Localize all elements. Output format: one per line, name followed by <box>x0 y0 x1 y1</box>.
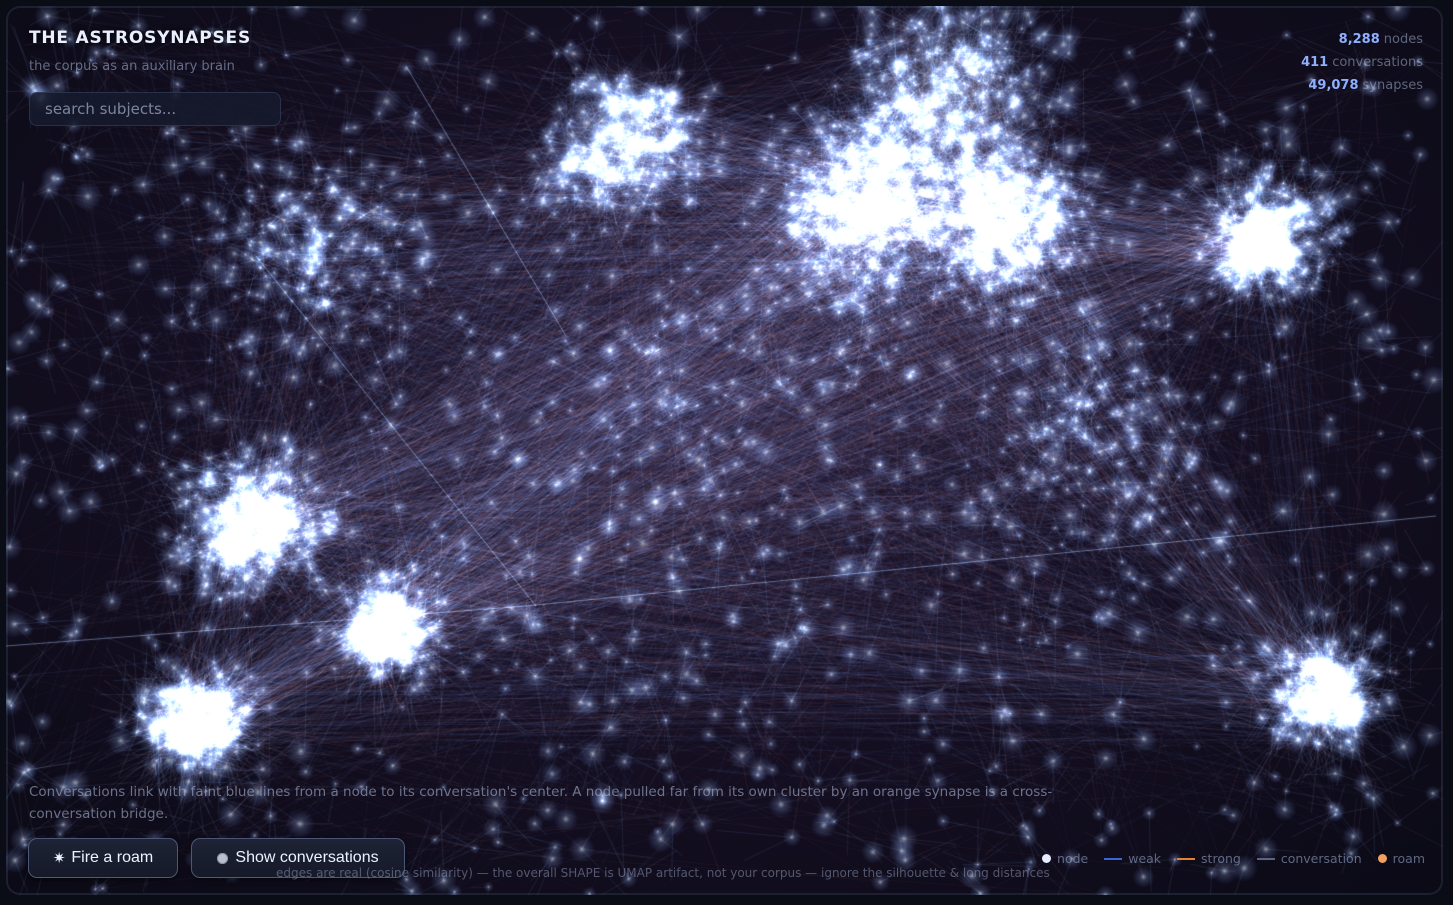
legend-conversation-label: conversation <box>1280 851 1362 866</box>
legend-weak-swatch <box>1104 857 1123 860</box>
stat-conversations-value: 411 <box>1301 55 1329 70</box>
page-subtitle: the corpus as an auxiliary brain <box>29 59 235 74</box>
explainer-text: Conversations link with faint blue lines… <box>29 784 1053 822</box>
fire-roam-label: Fire a roam <box>71 849 154 866</box>
legend-item-weak: weak <box>1104 851 1161 866</box>
legend-roam-swatch <box>1377 854 1387 863</box>
legend-item-node: node <box>1042 851 1088 866</box>
stat-nodes-value: 8,288 <box>1338 32 1380 47</box>
spark-icon: ✷ <box>52 850 66 867</box>
circle-icon <box>217 852 229 864</box>
footnote-text: edges are real (cosine similarity) — the… <box>276 866 1050 880</box>
legend: node weak strong conversation roam <box>1026 851 1425 866</box>
legend-node-swatch <box>1042 854 1052 863</box>
stat-conversations: 411 conversations <box>1301 51 1423 74</box>
legend-item-roam: roam <box>1377 851 1425 866</box>
stats-panel: 8,288 nodes 411 conversations 49,078 synaps… <box>1301 28 1423 97</box>
stat-synapses-label: synapses <box>1362 78 1423 93</box>
show-conversations-label: Show conversations <box>235 849 379 866</box>
legend-item-conversation: conversation <box>1256 851 1362 866</box>
stat-nodes: 8,288 nodes <box>1301 28 1423 51</box>
legend-roam-label: roam <box>1392 851 1425 866</box>
legend-item-strong: strong <box>1177 851 1241 866</box>
synapse-graph-canvas[interactable] <box>6 6 1443 895</box>
fire-roam-button[interactable]: ✷ Fire a roam <box>28 838 178 878</box>
legend-strong-swatch <box>1177 857 1196 860</box>
stat-conversations-label: conversations <box>1332 55 1423 70</box>
legend-strong-label: strong <box>1201 851 1241 866</box>
page-title: THE ASTROSYNAPSES <box>29 28 251 48</box>
search-input[interactable] <box>29 92 281 126</box>
stat-synapses-value: 49,078 <box>1308 78 1359 93</box>
graph-viewport[interactable]: THE ASTROSYNAPSES the corpus as an auxil… <box>6 6 1443 895</box>
legend-weak-label: weak <box>1128 851 1162 866</box>
stat-synapses: 49,078 synapses <box>1301 74 1423 97</box>
legend-conversation-swatch <box>1256 857 1275 860</box>
stat-nodes-label: nodes <box>1383 32 1423 47</box>
legend-node-label: node <box>1057 851 1089 866</box>
